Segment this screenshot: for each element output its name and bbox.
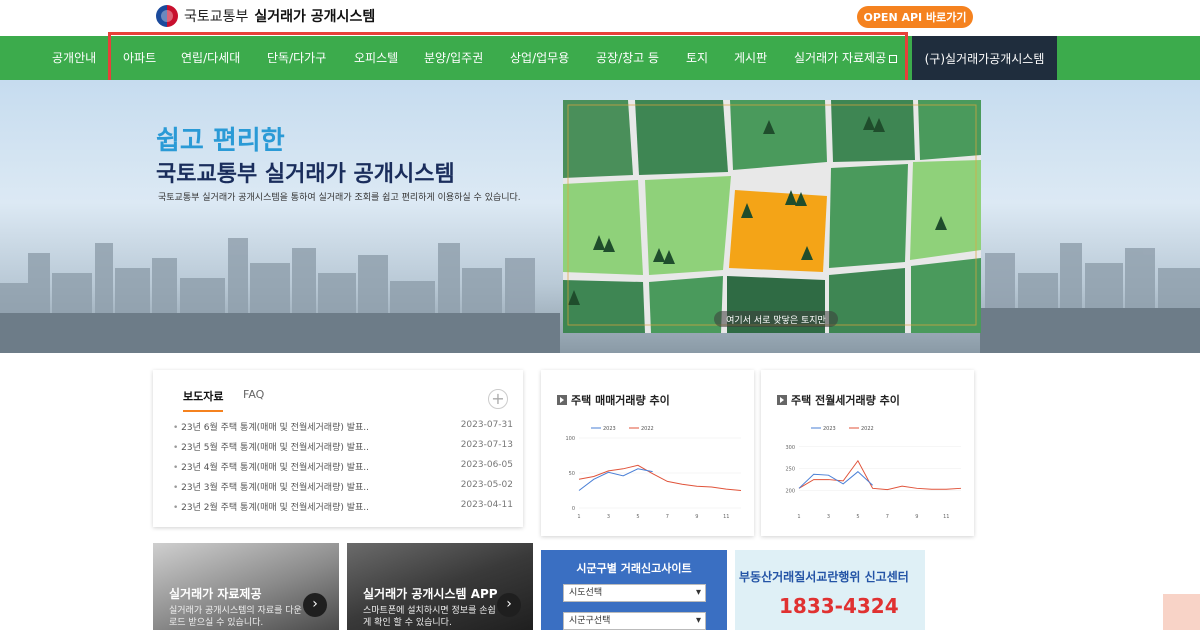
hero-banner: 쉽고 편리한 국토교통부 실거래가 공개시스템 국토교통부 실거래가 공개시스템… xyxy=(0,80,1200,353)
x-tick-label: 5 xyxy=(856,514,859,520)
news-title: 23년 4월 주택 통계(매매 및 전월세거래량) 발표.. xyxy=(173,460,369,480)
hero-title-line2: 국토교통부 실거래가 공개시스템 xyxy=(156,162,455,187)
tile-title: 실거래가 자료제공 xyxy=(169,587,262,601)
legend-label: 2022 xyxy=(641,426,654,432)
nav-item-commercial[interactable]: 상업/업무용 xyxy=(510,36,569,80)
site-logo[interactable]: 국토교통부 실거래가 공개시스템 xyxy=(156,4,375,28)
x-tick-label: 11 xyxy=(943,514,949,520)
news-date: 2023-06-05 xyxy=(460,460,513,470)
x-tick-label: 3 xyxy=(827,514,830,520)
list-item[interactable]: 23년 2월 주택 통계(매매 및 전월세거래량) 발표.. 2023-04-11 xyxy=(173,500,513,520)
old-system-link[interactable]: (구)실거래가공개시스템 xyxy=(912,36,1057,80)
x-tick-label: 7 xyxy=(886,514,889,520)
series-line-2022 xyxy=(578,464,742,491)
news-title: 23년 3월 주택 통계(매매 및 전월세거래량) 발표.. xyxy=(173,480,369,500)
report-center-phone: 1833-4324 xyxy=(779,594,899,618)
play-square-icon xyxy=(777,395,787,405)
legend-label: 2023 xyxy=(603,426,616,432)
report-center-title: 부동산거래질서교란행위 신고센터 xyxy=(739,570,909,584)
logo-system-name: 실거래가 공개시스템 xyxy=(254,9,376,25)
tile-subtitle: 스마트폰에 설치하시면 정보를 손쉽게 확인 할 수 있습니다. xyxy=(363,606,496,628)
data-provision-tile[interactable]: 실거래가 자료제공 실거래가 공개시스템의 자료를 다운로드 받으실 수 있습니… xyxy=(153,543,339,630)
tab-faq[interactable]: FAQ xyxy=(243,388,264,401)
chevron-right-icon[interactable]: › xyxy=(497,593,521,617)
government-emblem-icon xyxy=(156,5,178,27)
nav-data-provision-label: 실거래가 자료제공 xyxy=(794,51,887,65)
nav-item-officetel[interactable]: 오피스텔 xyxy=(354,36,398,80)
list-item[interactable]: 23년 6월 주택 통계(매매 및 전월세거래량) 발표.. 2023-07-31 xyxy=(173,420,513,440)
hero-description: 국토교통부 실거래가 공개시스템을 통하여 실거래가 조회를 쉽고 편리하게 이… xyxy=(158,193,521,203)
district-report-site-box: 시군구별 거래신고사이트 시도선택 시군구선택 xyxy=(541,550,727,630)
sale-volume-chart-card: 주택 매매거래량 추이 2023 2022 0 50 100 1 3 5 7 9 11 xyxy=(541,370,754,536)
x-tick-label: 11 xyxy=(723,514,729,520)
chevron-right-icon[interactable]: › xyxy=(303,593,327,617)
land-parcel-map xyxy=(563,100,981,333)
nav-item-land[interactable]: 토지 xyxy=(686,36,708,80)
sido-select[interactable]: 시도선택 xyxy=(563,584,706,602)
y-tick-label: 100 xyxy=(565,436,575,442)
news-title: 23년 6월 주택 통계(매매 및 전월세거래량) 발표.. xyxy=(173,420,369,440)
scroll-top-mascot-icon[interactable] xyxy=(1163,594,1200,630)
sale-volume-chart: 2023 2022 0 50 100 1 3 5 7 9 11 xyxy=(565,426,742,520)
news-date: 2023-07-31 xyxy=(460,420,513,430)
legend-label: 2023 xyxy=(823,426,836,432)
y-tick-label: 300 xyxy=(785,445,795,451)
tab-press-release[interactable]: 보도자료 xyxy=(183,388,224,412)
list-item[interactable]: 23년 4월 주택 통계(매매 및 전월세거래량) 발표.. 2023-06-05 xyxy=(173,460,513,480)
y-tick-label: 200 xyxy=(785,489,795,495)
news-title: 23년 5월 주택 통계(매매 및 전월세거래량) 발표.. xyxy=(173,440,369,460)
news-date: 2023-05-02 xyxy=(460,480,513,490)
series-line-2023 xyxy=(798,471,873,489)
more-plus-icon[interactable]: + xyxy=(488,389,508,409)
nav-item-detached-house[interactable]: 단독/다가구 xyxy=(267,36,326,80)
nav-item-row-house[interactable]: 연립/다세대 xyxy=(181,36,240,80)
nav-item-data-provision[interactable]: 실거래가 자료제공 xyxy=(794,36,898,80)
news-list: 23년 6월 주택 통계(매매 및 전월세거래량) 발표.. 2023-07-31… xyxy=(173,420,513,520)
press-release-panel: 보도자료 FAQ + 23년 6월 주택 통계(매매 및 전월세거래량) 발표.… xyxy=(153,370,523,527)
news-date: 2023-04-11 xyxy=(460,500,513,510)
map-caption: 여기서 서로 맞닿은 토지만 xyxy=(714,311,838,327)
rent-volume-chart: 2023 2022 200 250 300 1 3 5 7 9 11 xyxy=(785,426,962,520)
x-tick-label: 1 xyxy=(797,514,800,520)
nav-item-presale[interactable]: 분양/입주권 xyxy=(424,36,483,80)
chart-title: 주택 전월세거래량 추이 xyxy=(777,392,900,408)
x-tick-label: 7 xyxy=(666,514,669,520)
report-center-banner[interactable]: 부동산거래질서교란행위 신고센터 1833-4324 xyxy=(735,550,925,630)
x-tick-label: 1 xyxy=(577,514,580,520)
list-item[interactable]: 23년 5월 주택 통계(매매 및 전월세거래량) 발표.. 2023-07-13 xyxy=(173,440,513,460)
list-item[interactable]: 23년 3월 주택 통계(매매 및 전월세거래량) 발표.. 2023-05-02 xyxy=(173,480,513,500)
site-box-title: 시군구별 거래신고사이트 xyxy=(576,562,692,575)
open-api-button[interactable]: OPEN API 바로가기 xyxy=(857,6,973,28)
y-tick-label: 250 xyxy=(785,467,795,473)
chart-title: 주택 매매거래량 추이 xyxy=(557,392,670,408)
series-line-2023 xyxy=(578,468,653,491)
news-title: 23년 2월 주택 통계(매매 및 전월세거래량) 발표.. xyxy=(173,500,369,520)
chart-title-text: 주택 전월세거래량 추이 xyxy=(791,394,900,407)
logo-org-name: 국토교통부 xyxy=(184,9,249,25)
top-header: 국토교통부 실거래가 공개시스템 OPEN API 바로가기 xyxy=(0,0,1200,36)
land-map-illustration xyxy=(563,100,981,333)
news-date: 2023-07-13 xyxy=(460,440,513,450)
tile-subtitle: 실거래가 공개시스템의 자료를 다운로드 받으실 수 있습니다. xyxy=(169,606,302,628)
x-tick-label: 5 xyxy=(636,514,639,520)
x-tick-label: 9 xyxy=(695,514,698,520)
hero-title-line1: 쉽고 편리한 xyxy=(156,126,285,156)
x-tick-label: 3 xyxy=(607,514,610,520)
nav-item-board[interactable]: 게시판 xyxy=(734,36,767,80)
rent-volume-chart-card: 주택 전월세거래량 추이 2023 2022 200 250 300 1 3 5 7 9 11 xyxy=(761,370,974,536)
external-link-icon xyxy=(889,54,898,63)
legend-label: 2022 xyxy=(861,426,874,432)
sigungu-select[interactable]: 시군구선택 xyxy=(563,612,706,630)
x-tick-label: 9 xyxy=(915,514,918,520)
y-tick-label: 0 xyxy=(572,506,575,512)
app-tile[interactable]: 실거래가 공개시스템 APP 스마트폰에 설치하시면 정보를 손쉽게 확인 할 … xyxy=(347,543,533,630)
nav-item-factory[interactable]: 공장/창고 등 xyxy=(596,36,659,80)
nav-item-guide[interactable]: 공개안내 xyxy=(52,36,96,80)
play-square-icon xyxy=(557,395,567,405)
nav-item-apartment[interactable]: 아파트 xyxy=(123,36,156,80)
chart-title-text: 주택 매매거래량 추이 xyxy=(571,394,670,407)
y-tick-label: 50 xyxy=(569,471,575,477)
tile-title: 실거래가 공개시스템 APP xyxy=(363,587,498,601)
